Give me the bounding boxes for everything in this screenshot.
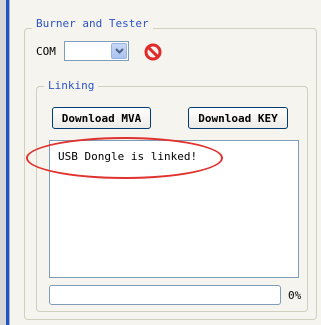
chevron-down-icon[interactable]	[111, 43, 127, 59]
com-label: COM	[36, 45, 56, 58]
left-accent-bar	[6, 0, 9, 325]
group-title: Burner and Tester	[32, 17, 153, 31]
stop-icon[interactable]	[144, 43, 162, 61]
log-textbox[interactable]: USB Dongle is linked!	[49, 140, 299, 278]
progress-bar	[49, 285, 281, 305]
left-panel-edge	[0, 0, 10, 325]
download-mva-button[interactable]: Download MVA	[52, 107, 151, 129]
log-message: USB Dongle is linked!	[58, 150, 198, 163]
linking-title: Linking	[44, 79, 99, 93]
com-port-select[interactable]	[64, 41, 129, 61]
progress-percent: 0%	[288, 289, 302, 302]
download-key-button[interactable]: Download KEY	[188, 107, 288, 129]
